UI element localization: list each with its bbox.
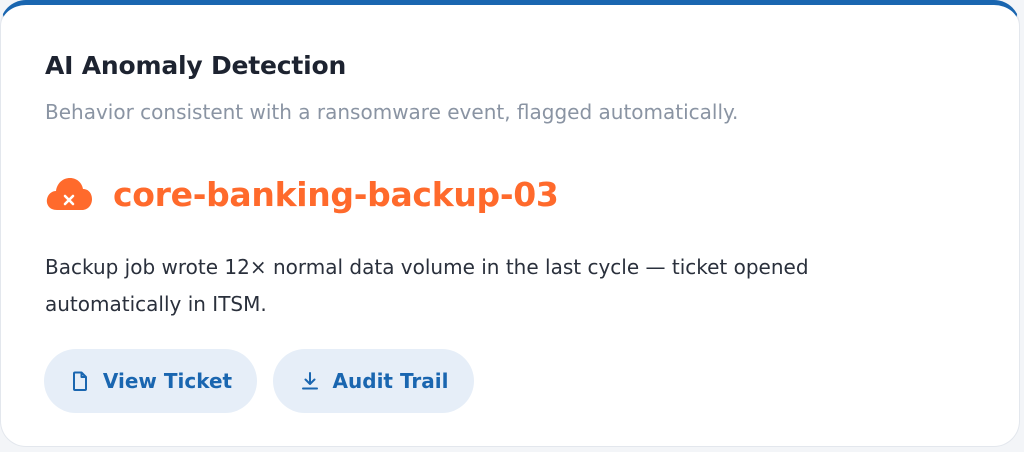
view-ticket-label: View Ticket — [102, 369, 233, 393]
anomaly-card: AI Anomaly Detection Behavior consistent… — [0, 0, 1020, 447]
view-ticket-button[interactable]: View Ticket — [44, 349, 257, 413]
download-icon — [301, 372, 318, 390]
card-title: AI Anomaly Detection — [45, 51, 347, 80]
file-icon — [72, 371, 87, 391]
audit-trail-label: Audit Trail — [332, 369, 449, 393]
audit-trail-button[interactable]: Audit Trail — [273, 349, 474, 413]
anomaly-description: Backup job wrote 12× normal data volume … — [45, 255, 809, 316]
host-name: core-banking-backup-03 — [113, 174, 559, 214]
host-row: core-banking-backup-03 — [45, 171, 559, 217]
card-subtitle: Behavior consistent with a ransomware ev… — [45, 100, 739, 124]
cloud-error-icon — [46, 178, 92, 210]
